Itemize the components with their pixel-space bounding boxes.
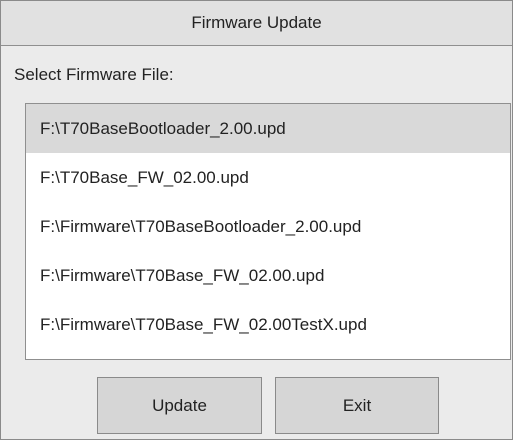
list-item[interactable]: F:\Firmware\T70Base_FW_02.00.upd bbox=[26, 251, 510, 300]
firmware-update-dialog: Firmware Update Select Firmware File: F:… bbox=[0, 0, 513, 440]
exit-button[interactable]: Exit bbox=[275, 377, 439, 434]
list-item[interactable]: F:\Firmware\T70BaseBootloader_2.00.upd bbox=[26, 202, 510, 251]
list-item[interactable]: F:\T70BaseBootloader_2.00.upd bbox=[26, 104, 510, 153]
select-file-label: Select Firmware File: bbox=[14, 65, 174, 84]
firmware-file-list[interactable]: F:\T70BaseBootloader_2.00.upd F:\T70Base… bbox=[25, 103, 511, 360]
dialog-title: Firmware Update bbox=[1, 1, 512, 46]
list-item[interactable]: F:\Firmware\T70Base_FW_02.00TestX.upd bbox=[26, 300, 510, 349]
update-button[interactable]: Update bbox=[97, 377, 262, 434]
list-item[interactable]: F:\T70Base_FW_02.00.upd bbox=[26, 153, 510, 202]
